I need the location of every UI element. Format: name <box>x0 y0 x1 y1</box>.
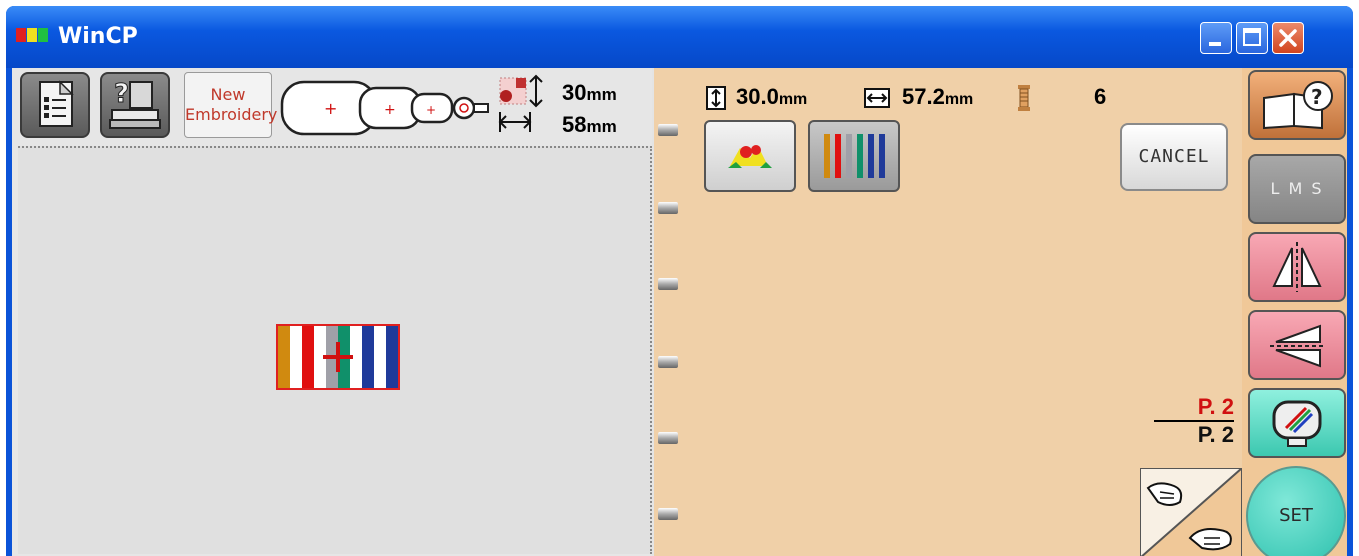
svg-text:?: ? <box>114 79 129 109</box>
height-value: 30.0 <box>736 84 779 109</box>
edit-pane: 30.0mm 57.2mm 6 CANCEL P. 2 P. 2 ? L M S… <box>654 68 1347 556</box>
binder-ring <box>658 124 678 136</box>
width-readout: 57.2mm <box>902 84 973 110</box>
design-stripe <box>386 326 399 388</box>
design-size-icon <box>498 74 543 132</box>
design-stripe <box>362 326 375 388</box>
design-preview-icon <box>728 145 772 168</box>
file-list-button[interactable] <box>20 72 90 138</box>
help-book-icon: ? <box>1263 81 1333 130</box>
maximize-button[interactable] <box>1236 22 1268 54</box>
thread-spool-icon <box>1018 85 1030 111</box>
thread-color-bar <box>835 134 841 178</box>
thread-color-bar <box>846 134 852 178</box>
app-icon <box>16 28 48 42</box>
thread-color-bar <box>857 134 863 178</box>
page-total: P. 2 <box>1197 422 1234 447</box>
binder-ring <box>658 432 678 444</box>
maximize-icon <box>1243 28 1261 46</box>
thread-color-button[interactable] <box>808 120 900 192</box>
image-view-button[interactable] <box>704 120 796 192</box>
embroidery-design[interactable] <box>276 324 400 390</box>
help-book-button[interactable]: ? <box>1248 70 1346 140</box>
design-stripe <box>278 326 291 388</box>
close-icon <box>1279 29 1297 47</box>
hoop-sizes-icon[interactable]: + + + <box>278 74 494 140</box>
width-icon <box>864 88 890 108</box>
new-embroidery-button[interactable]: New Embroidery <box>184 72 278 138</box>
mirror-vertical-icon <box>1270 324 1326 368</box>
client-area: ? New Embroidery + + + 30mm 58mm 30.0mm … <box>12 68 1347 556</box>
page-turn-corner[interactable] <box>1140 468 1242 556</box>
minimize-button[interactable] <box>1200 22 1232 54</box>
thread-colors-icon <box>824 134 885 178</box>
hoop-preview-icon <box>1272 400 1322 447</box>
mirror-vertical-button[interactable] <box>1248 310 1346 380</box>
design-height-readout: 30mm <box>562 80 617 106</box>
design-canvas[interactable] <box>18 146 652 554</box>
minimize-icon <box>1209 42 1221 46</box>
binder-ring <box>658 356 678 368</box>
svg-text:+: + <box>426 103 436 117</box>
design-height-unit: mm <box>586 85 617 104</box>
design-stripe <box>302 326 315 388</box>
thread-color-bar <box>868 134 874 178</box>
new-embroidery-label-2: Embroidery <box>185 105 278 124</box>
binder-ring <box>658 202 678 214</box>
design-width-value: 58 <box>562 112 587 137</box>
design-stripe <box>374 326 387 388</box>
app-window: WinCP ? New Embroidery + + + 30mm 58mm 3… <box>6 6 1353 556</box>
design-stripe <box>290 326 303 388</box>
svg-text:?: ? <box>1311 85 1323 109</box>
height-unit: mm <box>778 91 808 108</box>
sewing-machine-help-icon: ? <box>109 79 161 129</box>
hoop-preview-button[interactable] <box>1248 388 1346 458</box>
design-toolbar: ? New Embroidery + + + 30mm 58mm <box>12 68 652 144</box>
lms-button[interactable]: L M S <box>1248 154 1346 224</box>
design-width-unit: mm <box>586 117 617 136</box>
window-title: WinCP <box>58 24 138 49</box>
side-button-column: ? L M S SET <box>1242 68 1347 556</box>
thread-color-bar <box>879 134 885 178</box>
edit-page: 30.0mm 57.2mm 6 CANCEL P. 2 P. 2 <box>654 68 1242 556</box>
thread-color-bar <box>824 134 830 178</box>
checklist-icon <box>39 80 74 127</box>
title-bar[interactable]: WinCP <box>6 6 1353 68</box>
width-unit: mm <box>944 91 974 108</box>
mirror-horizontal-icon <box>1272 242 1322 292</box>
set-button[interactable]: SET <box>1246 466 1346 556</box>
new-embroidery-label-1: New <box>210 85 246 104</box>
binder-ring <box>658 278 678 290</box>
binder-ring <box>658 508 678 520</box>
page-current: P. 2 <box>1154 394 1234 422</box>
svg-text:+: + <box>384 102 396 118</box>
thread-count: 6 <box>1094 84 1107 109</box>
page-indicator: P. 2 P. 2 <box>1154 394 1234 448</box>
design-height-value: 30 <box>562 80 587 105</box>
machine-help-button[interactable]: ? <box>100 72 170 138</box>
height-readout: 30.0mm <box>736 84 807 110</box>
design-width-readout: 58mm <box>562 112 617 138</box>
width-value: 57.2 <box>902 84 945 109</box>
height-icon <box>706 86 726 110</box>
mirror-horizontal-button[interactable] <box>1248 232 1346 302</box>
close-button[interactable] <box>1272 22 1304 54</box>
svg-text:+: + <box>324 99 337 118</box>
cancel-button[interactable]: CANCEL <box>1120 123 1228 191</box>
design-pane: ? New Embroidery + + + 30mm 58mm <box>12 68 652 556</box>
